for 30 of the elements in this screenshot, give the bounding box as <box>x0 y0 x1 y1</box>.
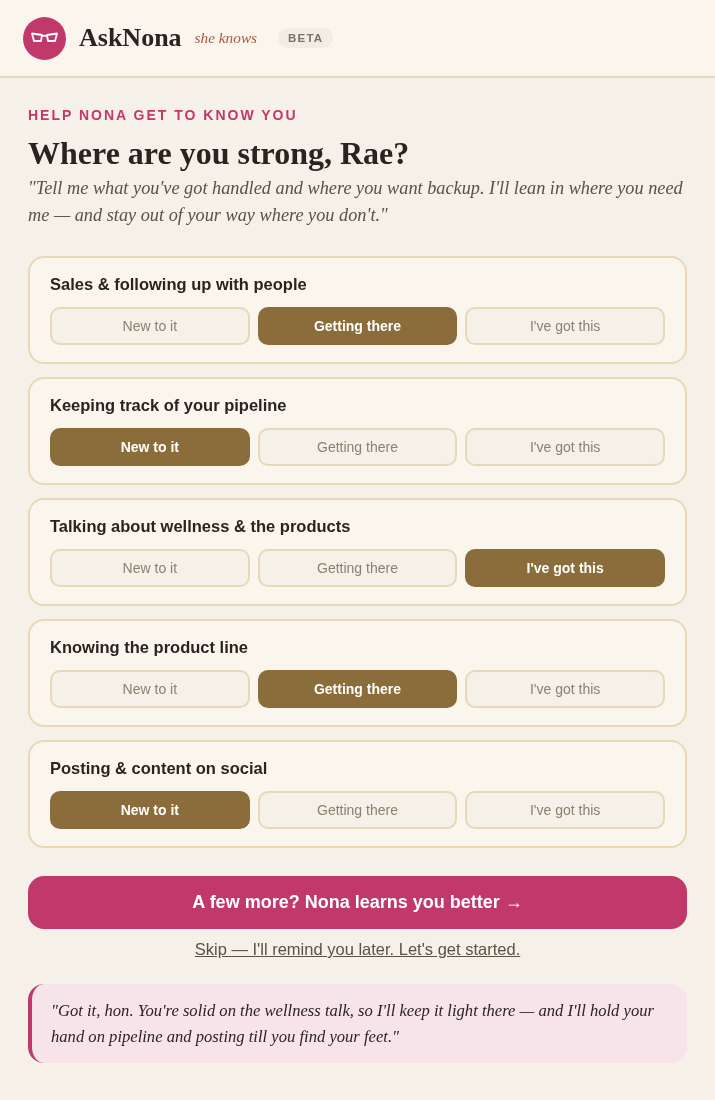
level-option-button[interactable]: I've got this <box>465 791 665 829</box>
glasses-logo-icon <box>23 16 66 60</box>
level-option-button[interactable]: Getting there <box>257 549 458 587</box>
level-option-button[interactable]: I've got this <box>465 549 665 587</box>
beta-badge: BETA <box>278 28 334 48</box>
level-option-button[interactable]: I've got this <box>465 670 665 708</box>
skill-title: Talking about wellness & the products <box>50 516 352 536</box>
level-option-button[interactable]: New to it <box>50 791 250 829</box>
continue-button[interactable]: A few more? Nona learns you better → <box>28 876 687 929</box>
level-option-button[interactable]: New to it <box>50 670 250 708</box>
level-option-button[interactable]: Getting there <box>257 791 458 829</box>
skill-title: Keeping track of your pipeline <box>50 395 288 415</box>
skill-title: Knowing the product line <box>50 637 249 657</box>
skip-link[interactable]: Skip — I'll remind you later. Let's get started. <box>194 940 521 958</box>
level-option-button[interactable]: Getting there <box>257 428 458 466</box>
section-eyebrow: HELP NONA GET TO KNOW YOU <box>28 106 299 125</box>
intro-quote: "Tell me what you've got handled and where you want backup. I'll lean in where you need me — and stay out of your way where you don't." <box>28 177 684 227</box>
brand-name: AskNona <box>79 25 182 51</box>
level-option-button[interactable]: I've got this <box>465 428 665 466</box>
brand-tagline: she knows <box>194 30 258 46</box>
skill-title: Posting & content on social <box>50 758 269 778</box>
level-option-button[interactable]: Getting there <box>257 670 458 708</box>
skill-title: Sales & following up with people <box>50 274 308 294</box>
level-option-button[interactable]: New to it <box>50 549 250 587</box>
level-option-button[interactable]: I've got this <box>465 307 665 345</box>
level-option-button[interactable]: Getting there <box>257 307 458 345</box>
level-option-button[interactable]: New to it <box>50 428 250 466</box>
nona-reply-quote: "Got it, hon. You're solid on the wellness talk, so I'll keep it light there — and I'll hold your hand on pipeline and posting till you find your feet." <box>28 984 687 1063</box>
page-title: Where are you strong, Rae? <box>28 134 411 172</box>
level-option-button[interactable]: New to it <box>50 307 250 345</box>
